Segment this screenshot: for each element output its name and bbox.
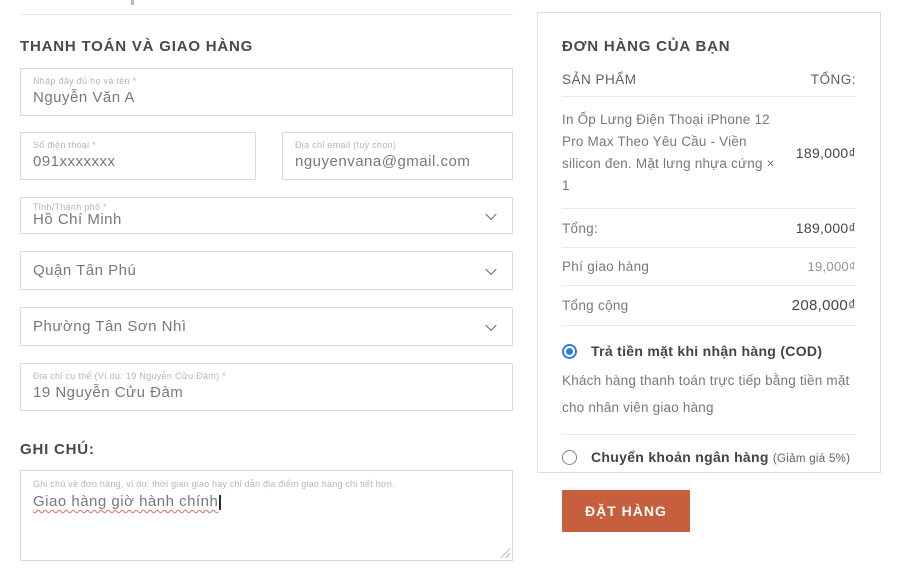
- phone-email-row: Số điện thoại * Địa chỉ email (tuỳ chọn): [20, 132, 513, 180]
- address-input[interactable]: [33, 381, 500, 401]
- item-price: 189,000₫: [796, 145, 856, 161]
- checkout-page: { "billing": { "title": "THANH TOÁN VÀ G…: [0, 0, 900, 584]
- shipping-label: Phí giao hàng: [562, 259, 649, 274]
- order-item-row: In Ốp Lưng Điện Thoại iPhone 12 Pro Max …: [562, 97, 856, 209]
- email-label: Địa chỉ email (tuỳ chọn): [295, 140, 500, 150]
- notes-value: Giao hàng giờ hành chính: [33, 493, 218, 510]
- phone-label: Số điện thoại *: [33, 140, 243, 150]
- payment-option-cod[interactable]: Trả tiền mặt khi nhận hàng (COD): [562, 343, 856, 359]
- shipping-value: 19,000₫: [807, 259, 856, 274]
- subtotal-label: Tổng:: [562, 221, 598, 236]
- order-summary-panel: ĐƠN HÀNG CỦA BẠN SẢN PHẨM TỔNG: In Ốp Lư…: [537, 12, 881, 473]
- bank-label: Chuyển khoản ngân hàng (Giảm giá 5%): [591, 449, 850, 465]
- radio-selected-icon[interactable]: [562, 344, 577, 359]
- phone-input[interactable]: [33, 150, 243, 170]
- column-product: SẢN PHẨM: [562, 72, 637, 87]
- district-value: Quận Tân Phú: [33, 262, 478, 279]
- order-table-header: SẢN PHẨM TỔNG:: [562, 72, 856, 97]
- order-title: ĐƠN HÀNG CỦA BẠN: [562, 38, 856, 55]
- fullname-label: Nhập đầy đủ họ và tên *: [33, 76, 500, 86]
- top-divider: [20, 14, 513, 15]
- grand-total-value: 208,000₫: [792, 297, 856, 314]
- cod-label: Trả tiền mặt khi nhận hàng (COD): [591, 343, 822, 359]
- order-notes-textarea[interactable]: Ghi chú về đơn hàng, ví dụ: thời gian gi…: [20, 470, 513, 561]
- province-select[interactable]: Tỉnh/Thành phố * Hồ Chí Minh: [20, 197, 513, 234]
- ward-select[interactable]: Phường Tân Sơn Nhì: [20, 307, 513, 346]
- billing-title: THANH TOÁN VÀ GIAO HÀNG: [20, 38, 513, 55]
- phone-field[interactable]: Số điện thoại *: [20, 132, 256, 180]
- chevron-down-icon: [485, 263, 496, 274]
- billing-form: THANH TOÁN VÀ GIAO HÀNG Nhập đầy đủ họ v…: [20, 0, 513, 561]
- address-label: Địa chỉ cụ thể (Ví dụ: 19 Nguyễn Cửu Đàm…: [33, 371, 500, 381]
- fullname-field[interactable]: Nhập đầy đủ họ và tên *: [20, 68, 513, 116]
- grand-total-label: Tổng cộng: [562, 298, 629, 313]
- cod-description: Khách hàng thanh toán trực tiếp bằng tiề…: [562, 368, 856, 435]
- bank-discount-note: (Giảm giá 5%): [773, 453, 850, 465]
- place-order-button[interactable]: ĐẶT HÀNG: [562, 490, 690, 532]
- ward-value: Phường Tân Sơn Nhì: [33, 318, 478, 335]
- payment-option-bank[interactable]: Chuyển khoản ngân hàng (Giảm giá 5%): [562, 449, 856, 465]
- grand-total-row: Tổng cộng 208,000₫: [562, 286, 856, 326]
- radio-unselected-icon[interactable]: [562, 450, 577, 465]
- district-select[interactable]: Quận Tân Phú: [20, 251, 513, 290]
- column-total: TỔNG:: [811, 72, 856, 87]
- email-field[interactable]: Địa chỉ email (tuỳ chọn): [282, 132, 513, 180]
- province-value: Hồ Chí Minh: [33, 211, 478, 228]
- subtotal-value: 189,000₫: [796, 220, 856, 236]
- shipping-row: Phí giao hàng 19,000₫: [562, 248, 856, 286]
- email-input[interactable]: [295, 150, 500, 170]
- chevron-down-icon: [485, 319, 496, 330]
- text-caret: [219, 495, 221, 510]
- subtotal-row: Tổng: 189,000₫: [562, 209, 856, 248]
- notes-title: GHI CHÚ:: [20, 441, 513, 458]
- chevron-down-icon: [485, 208, 496, 219]
- notes-placeholder: Ghi chú về đơn hàng, ví dụ: thời gian gi…: [33, 479, 500, 489]
- fullname-input[interactable]: [33, 86, 500, 106]
- address-field[interactable]: Địa chỉ cụ thể (Ví dụ: 19 Nguyễn Cửu Đàm…: [20, 363, 513, 411]
- resize-handle-icon[interactable]: [500, 548, 510, 558]
- item-name: In Ốp Lưng Điện Thoại iPhone 12 Pro Max …: [562, 109, 782, 196]
